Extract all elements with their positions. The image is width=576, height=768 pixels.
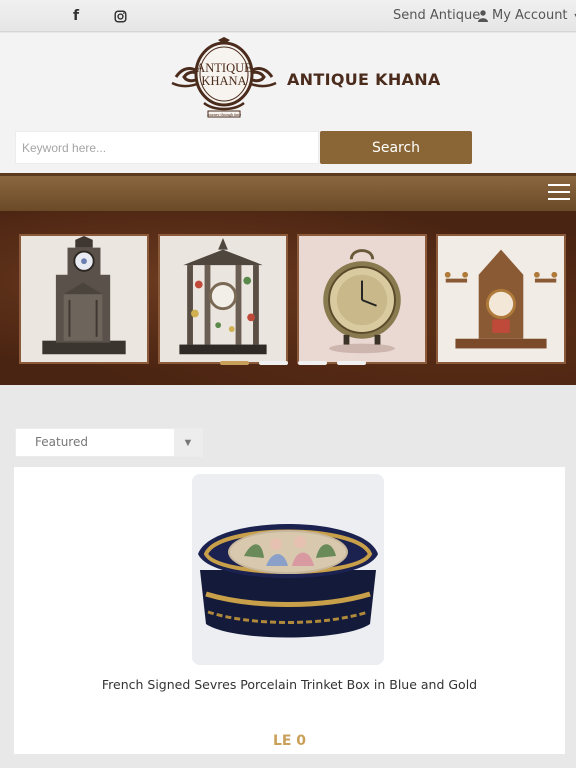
carousel-slide-ornate-clock[interactable]	[158, 234, 288, 364]
my-account-menu[interactable]: My Account ▼	[478, 8, 576, 23]
hamburger-menu-icon[interactable]	[548, 184, 570, 202]
carousel-dot-1[interactable]	[220, 361, 249, 365]
caret-down-icon: ▼	[573, 11, 576, 21]
logo-tagline: Journey through time	[206, 112, 242, 117]
carousel-dot-2[interactable]	[259, 361, 288, 365]
product-card[interactable]: French Signed Sevres Porcelain Trinket B…	[14, 467, 565, 754]
sort-dropdown[interactable]: Featured ▼	[15, 428, 203, 457]
logo[interactable]: ANTIQUE KHANA Journey through time	[170, 37, 278, 123]
top-utility-bar: f Send Antique My Account ▼	[0, 0, 576, 32]
my-account-label: My Account	[492, 8, 568, 23]
carousel-slide-mantel-clock[interactable]	[436, 234, 566, 364]
carousel-dot-3[interactable]	[298, 361, 327, 365]
carousel-slide-gothic-clock[interactable]	[19, 234, 149, 364]
product-image[interactable]	[192, 474, 384, 665]
product-title[interactable]: French Signed Sevres Porcelain Trinket B…	[14, 677, 565, 692]
facebook-icon[interactable]: f	[66, 6, 86, 26]
instagram-icon[interactable]	[110, 6, 130, 26]
user-icon	[478, 9, 488, 22]
search-input[interactable]	[15, 131, 319, 164]
main-nav-bar	[0, 173, 576, 211]
sort-selected-value: Featured	[35, 435, 88, 449]
logo-line-2: KHANA	[201, 74, 247, 88]
carousel-dot-4[interactable]	[337, 361, 366, 365]
send-antique-link[interactable]: Send Antique	[393, 8, 480, 23]
brand-name[interactable]: ANTIQUE KHANA	[287, 70, 441, 89]
carousel-slide-pocket-watch[interactable]	[297, 234, 427, 364]
carousel-dots	[220, 361, 366, 365]
hero-carousel	[0, 211, 576, 385]
site-header: ANTIQUE KHANA Journey through time ANTIQ…	[0, 33, 576, 173]
dropdown-arrow-icon[interactable]: ▼	[174, 429, 202, 456]
product-price: LE 0	[272, 733, 307, 749]
search-button[interactable]: Search	[320, 131, 472, 164]
